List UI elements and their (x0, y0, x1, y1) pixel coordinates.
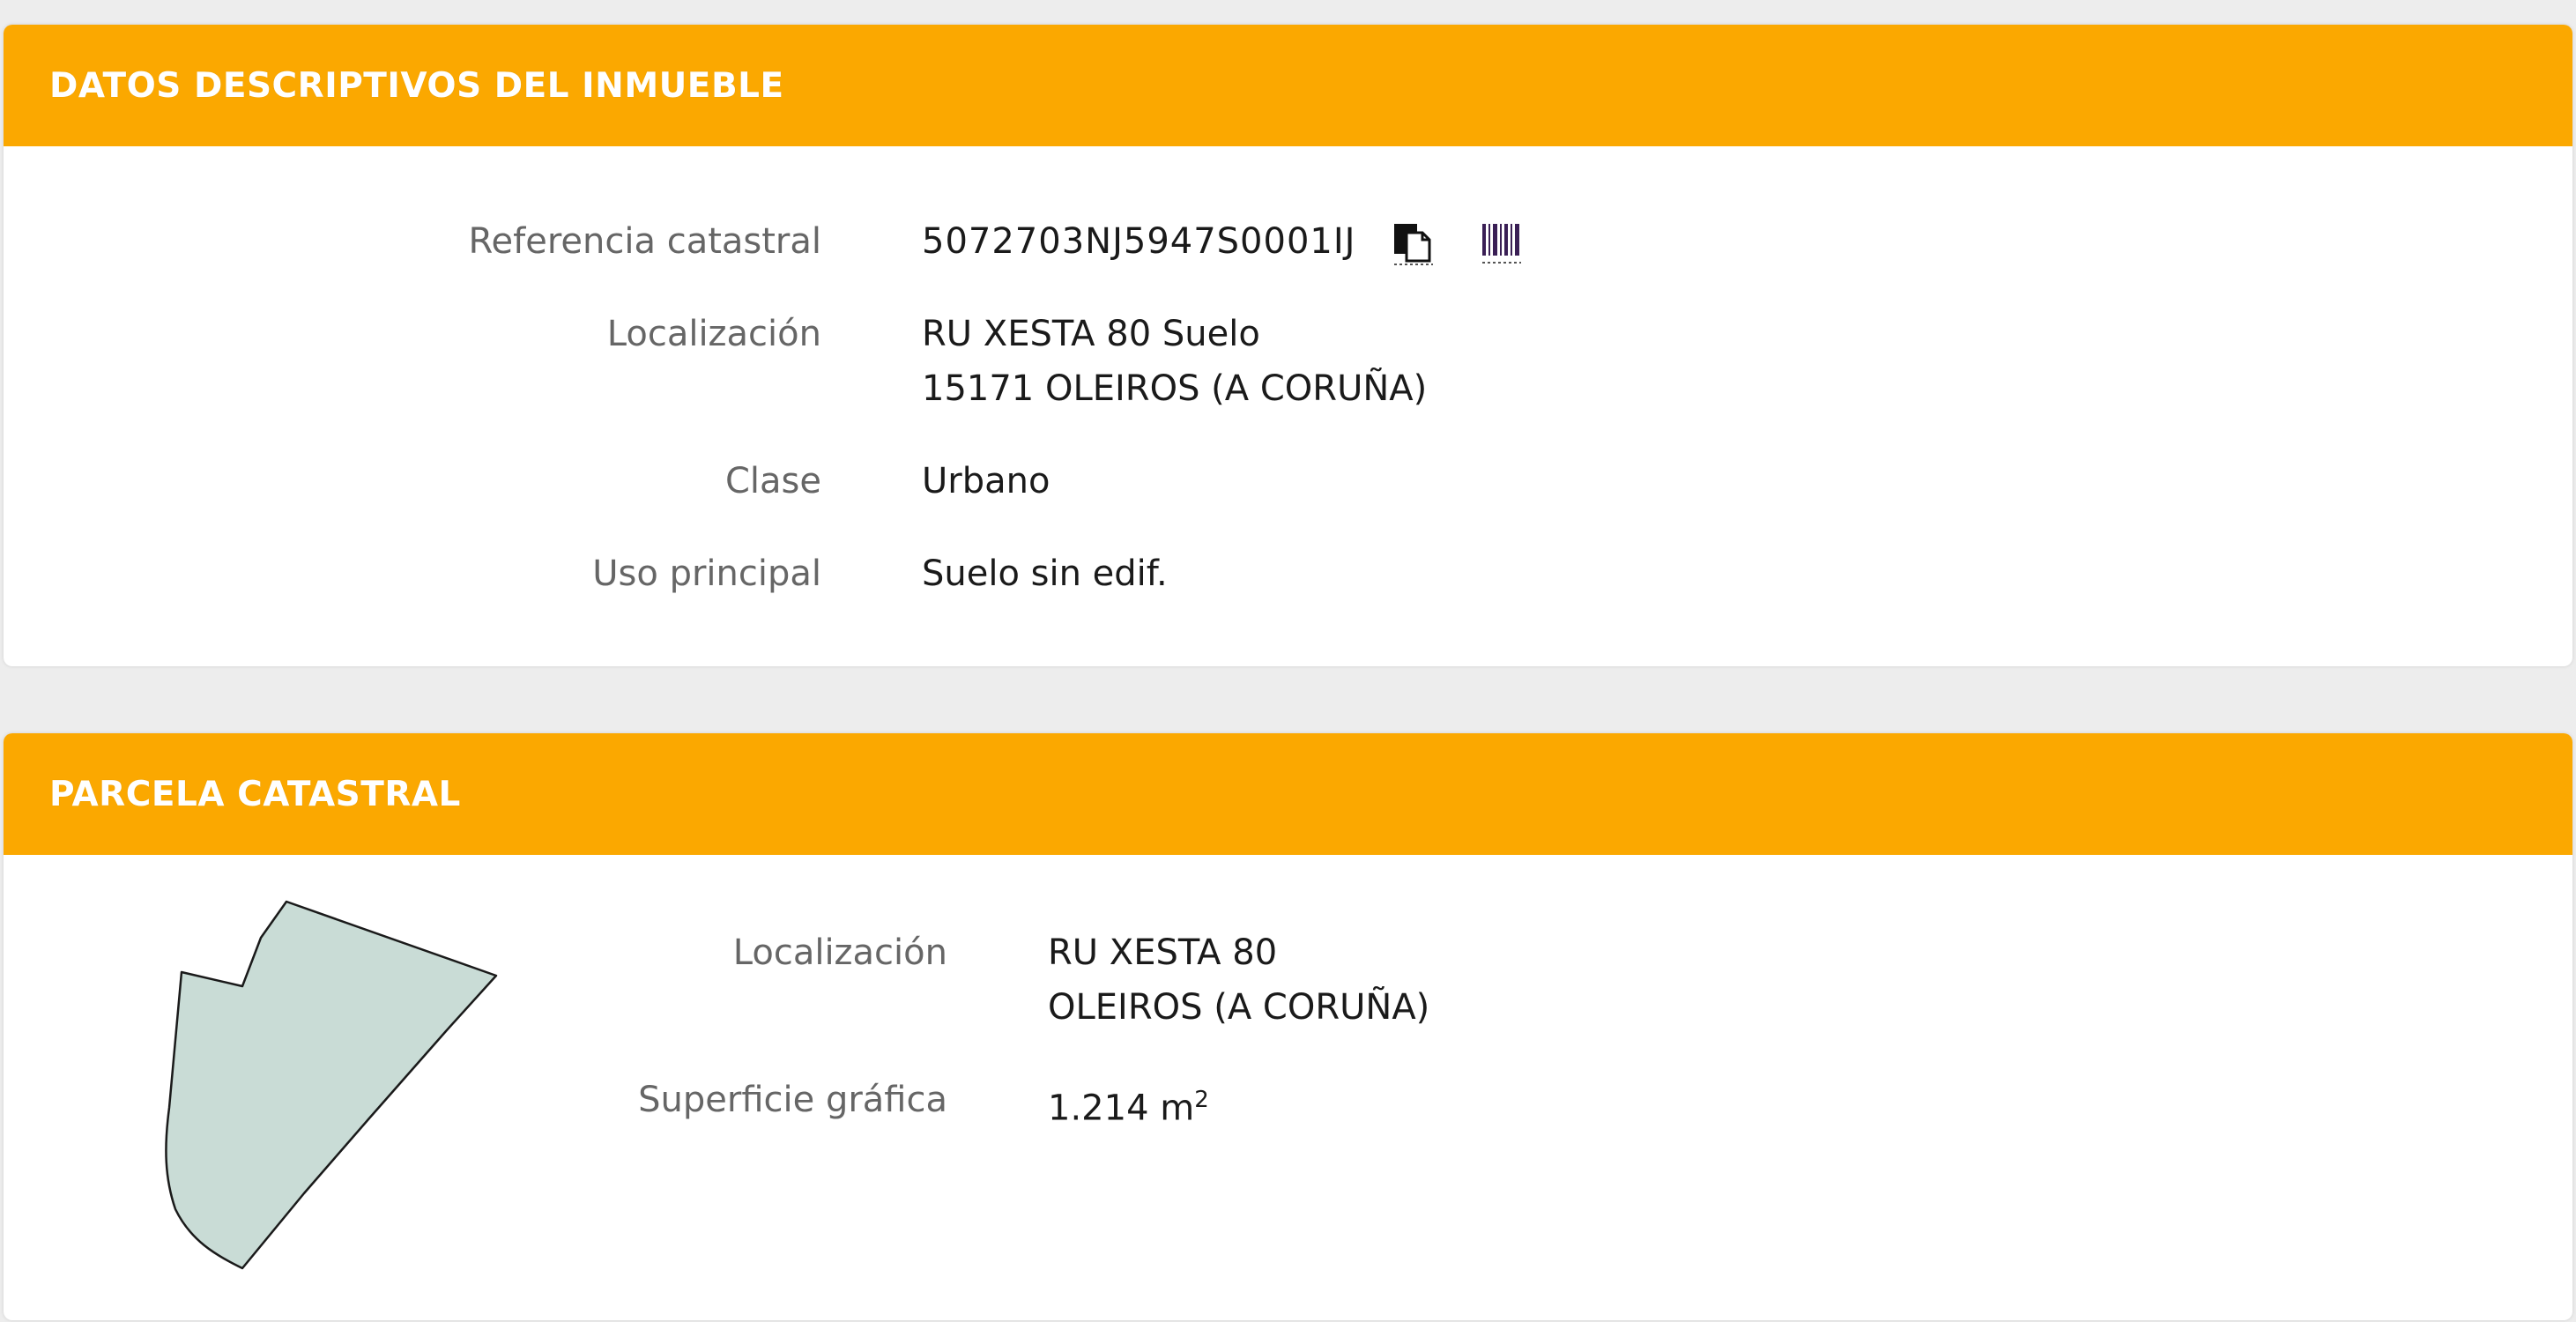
superficie-number: 1.214 m (1048, 1088, 1195, 1129)
parcela-localizacion-label: Localización (732, 932, 947, 973)
clase-label: Clase (724, 461, 821, 501)
parcela-catastral-header: PARCELA CATASTRAL (4, 733, 2572, 855)
parcel-map-shape[interactable] (136, 892, 523, 1297)
localizacion-line2: 15171 OLEIROS (A CORUÑA) (922, 368, 1428, 409)
referencia-catastral-label: Referencia catastral (468, 221, 821, 262)
localizacion-line1: RU XESTA 80 Suelo (922, 314, 1260, 354)
parcela-localizacion-line1: RU XESTA 80 (1048, 932, 1278, 973)
datos-descriptivos-header: DATOS DESCRIPTIVOS DEL INMUEBLE (4, 25, 2572, 146)
copy-icon[interactable] (1392, 220, 1435, 270)
parcela-catastral-panel: PARCELA CATASTRAL Localización RU XESTA … (4, 733, 2572, 1320)
parcela-localizacion-line2: OLEIROS (A CORUÑA) (1048, 987, 1430, 1028)
datos-descriptivos-panel: DATOS DESCRIPTIVOS DEL INMUEBLE Referenc… (4, 25, 2572, 666)
superficie-grafica-label: Superficie gráfica (638, 1080, 947, 1120)
uso-principal-value: Suelo sin edif. (922, 553, 1168, 594)
uso-principal-label: Uso principal (592, 553, 821, 594)
barcode-icon[interactable] (1481, 222, 1523, 270)
localizacion-label: Localización (606, 314, 821, 354)
superficie-exponent: 2 (1194, 1087, 1209, 1113)
referencia-catastral-value: 5072703NJ5947S0001IJ (922, 221, 1356, 262)
clase-value: Urbano (922, 461, 1050, 501)
superficie-grafica-value: 1.214 m2 (1048, 1073, 1209, 1135)
